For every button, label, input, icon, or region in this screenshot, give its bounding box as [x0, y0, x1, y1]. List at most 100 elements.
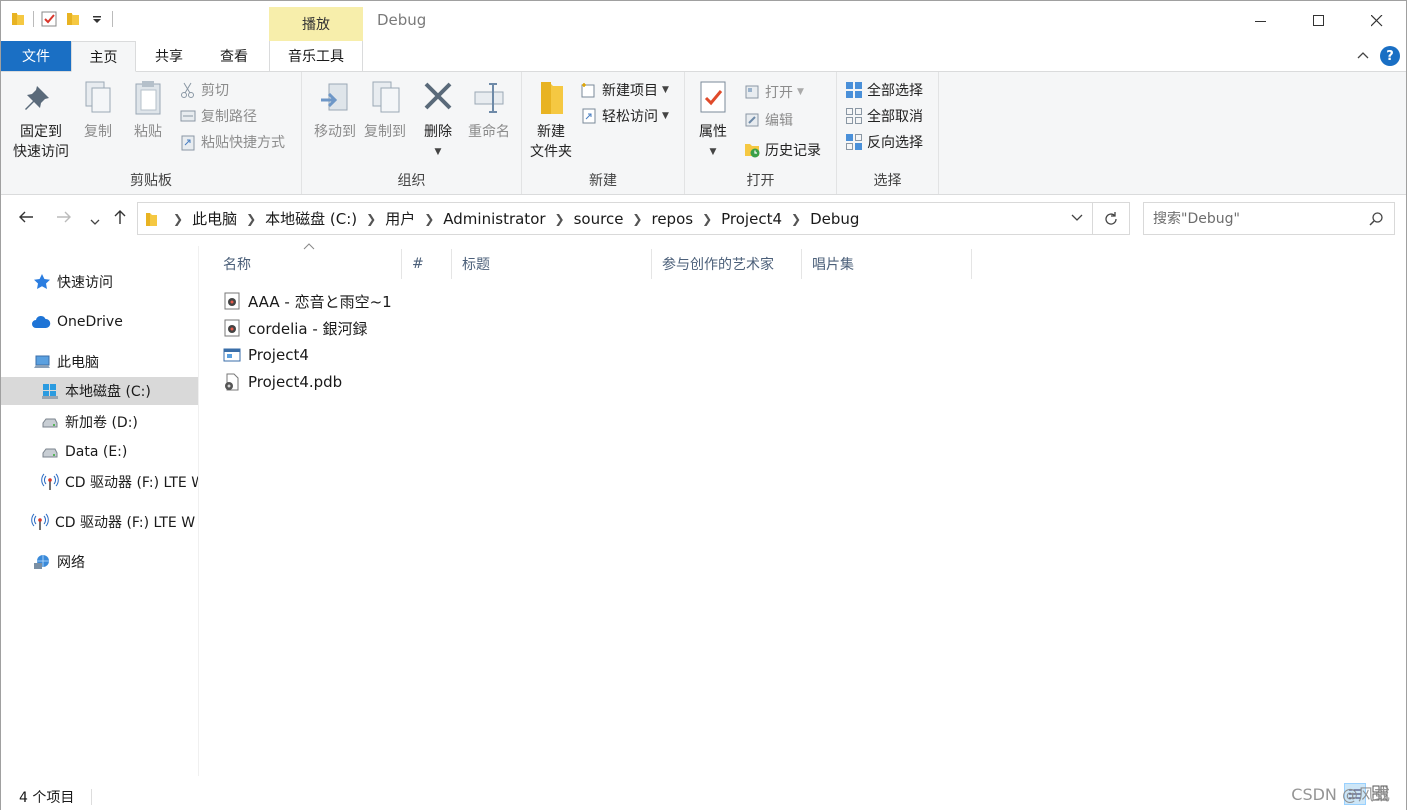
copy-button[interactable]: 复制 — [77, 78, 119, 142]
breadcrumb-drive-c[interactable]: 本地磁盘 (C:) ❯ — [265, 208, 385, 229]
pin-label-line1: 固定到 — [20, 124, 62, 140]
refresh-icon — [1104, 211, 1117, 225]
exe-file-icon — [223, 348, 241, 362]
breadcrumb-sep[interactable]: ❯ — [164, 212, 192, 226]
back-button[interactable] — [17, 208, 35, 231]
pdb-file-icon — [225, 373, 239, 391]
file-row[interactable]: Project4.pdb — [223, 369, 342, 395]
select-none-button[interactable]: 全部取消 — [845, 106, 923, 126]
nav-drive-d[interactable]: 新加卷 (D:) — [41, 408, 138, 436]
tab-share[interactable]: 共享 — [137, 41, 201, 71]
tab-file[interactable]: 文件 — [1, 41, 71, 71]
up-button[interactable] — [111, 208, 129, 231]
invert-selection-button[interactable]: 反向选择 — [845, 132, 923, 152]
recent-locations-button[interactable] — [89, 212, 101, 233]
file-row[interactable]: cordelia - 銀河録 — [223, 315, 368, 341]
clipboard-group: 固定到 快速访问 复制 粘贴 剪切 复制路径 粘贴快捷方式 剪贴板 — [1, 72, 302, 194]
chevron-right-icon: ❯ — [173, 211, 184, 226]
paste-button[interactable]: 粘贴 — [127, 78, 169, 142]
delete-button[interactable]: 删除 ▼ — [420, 78, 456, 162]
file-row[interactable]: AAA - 恋音と雨空~1 — [223, 288, 392, 314]
nav-drive-f[interactable]: CD 驱动器 (F:) LTE W — [31, 508, 195, 536]
copy-path-button[interactable]: 复制路径 — [179, 106, 257, 126]
column-header-artists[interactable]: 参与创作的艺术家 — [652, 249, 802, 279]
paste-label: 粘贴 — [134, 124, 162, 140]
breadcrumb-debug[interactable]: Debug — [810, 210, 859, 228]
column-header-number[interactable]: # — [402, 249, 452, 279]
caption-buttons — [1232, 1, 1406, 41]
properties-icon[interactable] — [40, 10, 58, 28]
drive-icon — [42, 448, 58, 458]
edit-button[interactable]: 编辑 — [743, 110, 793, 130]
refresh-button[interactable] — [1092, 202, 1130, 235]
rename-button[interactable]: 重命名 — [464, 78, 514, 142]
address-bar[interactable]: ❯ 此电脑 ❯ 本地磁盘 (C:) ❯ 用户 ❯ Administrator ❯ sou… — [137, 202, 1093, 235]
search-box[interactable] — [1143, 202, 1395, 235]
breadcrumb-label: repos — [651, 209, 694, 228]
cut-label: 剪切 — [201, 83, 229, 99]
nav-drive-e[interactable]: Data (E:) — [41, 438, 127, 466]
column-header-title[interactable]: 标题 — [452, 249, 652, 279]
easy-access-button[interactable]: 轻松访问 ▼ — [580, 106, 669, 126]
chevron-right-icon[interactable]: ❯ — [366, 212, 376, 226]
new-folder-icon[interactable] — [64, 10, 82, 28]
address-history-button[interactable] — [1070, 210, 1084, 228]
column-header-album[interactable]: 唱片集 — [802, 249, 972, 279]
chevron-right-icon[interactable]: ❯ — [424, 212, 434, 226]
chevron-right-icon[interactable]: ❯ — [702, 212, 712, 226]
search-input[interactable] — [1153, 210, 1363, 227]
move-to-icon — [321, 83, 348, 111]
copy-to-button[interactable]: 复制到 — [356, 78, 414, 142]
delete-dropdown-icon[interactable]: ▼ — [435, 142, 442, 162]
breadcrumb-label: Debug — [810, 209, 860, 228]
nav-drive-c[interactable]: 本地磁盘 (C:) — [1, 377, 198, 405]
contextual-tab-play[interactable]: 播放 — [269, 7, 363, 41]
paste-shortcut-button[interactable]: 粘贴快捷方式 — [179, 132, 285, 152]
properties-dropdown-icon[interactable]: ▼ — [710, 142, 717, 162]
open-button[interactable]: 打开 ▼ — [743, 82, 804, 102]
nav-onedrive[interactable]: OneDrive — [31, 308, 123, 336]
file-name: AAA - 恋音と雨空~1 — [248, 292, 392, 311]
history-button[interactable]: 历史记录 — [743, 140, 821, 160]
new-item-button[interactable]: 新建项目 ▼ — [580, 80, 669, 100]
tab-music-tools[interactable]: 音乐工具 — [269, 41, 363, 71]
chevron-right-icon[interactable]: ❯ — [791, 212, 801, 226]
pane-divider[interactable] — [198, 246, 199, 776]
chevron-right-icon[interactable]: ❯ — [246, 212, 256, 226]
file-row[interactable]: Project4 — [223, 342, 309, 368]
open-icon — [745, 85, 759, 99]
breadcrumb-users[interactable]: 用户 ❯ — [385, 208, 443, 229]
minimize-button[interactable] — [1232, 1, 1290, 41]
search-icon[interactable] — [1368, 211, 1384, 227]
breadcrumb-administrator[interactable]: Administrator ❯ — [443, 210, 573, 228]
tab-home[interactable]: 主页 — [71, 41, 136, 72]
chevron-right-icon[interactable]: ❯ — [632, 212, 642, 226]
clipboard-group-label: 剪贴板 — [130, 173, 172, 189]
collapse-ribbon-icon[interactable] — [1356, 49, 1370, 63]
pin-quick-access-button[interactable]: 固定到 快速访问 — [9, 78, 73, 162]
nav-quick-access[interactable]: 快速访问 — [33, 268, 113, 296]
select-all-button[interactable]: 全部选择 — [845, 80, 923, 100]
quick-access-toolbar — [9, 10, 113, 28]
forward-button[interactable] — [55, 208, 73, 231]
new-folder-button[interactable]: 新建 文件夹 — [526, 78, 576, 162]
nav-drive-f-sub[interactable]: CD 驱动器 (F:) LTE W — [41, 468, 198, 496]
edit-label: 编辑 — [765, 113, 793, 129]
properties-button[interactable]: 属性 ▼ — [693, 78, 733, 162]
tab-view[interactable]: 查看 — [202, 41, 266, 71]
nav-network[interactable]: 网络 — [33, 548, 85, 576]
column-header-name[interactable]: 名称 — [213, 249, 402, 279]
breadcrumb-repos[interactable]: repos ❯ — [651, 210, 721, 228]
breadcrumb-source[interactable]: source ❯ — [574, 210, 652, 228]
chevron-right-icon[interactable]: ❯ — [555, 212, 565, 226]
customize-qat-icon[interactable] — [88, 10, 106, 28]
maximize-button[interactable] — [1290, 1, 1348, 41]
nav-this-pc[interactable]: 此电脑 — [33, 348, 99, 376]
close-button[interactable] — [1348, 1, 1406, 41]
breadcrumb-project4[interactable]: Project4 ❯ — [721, 210, 810, 228]
cut-button[interactable]: 剪切 — [179, 80, 229, 100]
help-button[interactable]: ? — [1380, 46, 1400, 66]
open-group-label: 打开 — [746, 173, 775, 189]
breadcrumb-this-pc[interactable]: 此电脑 ❯ — [192, 208, 265, 229]
nav-label: 网络 — [57, 555, 85, 571]
